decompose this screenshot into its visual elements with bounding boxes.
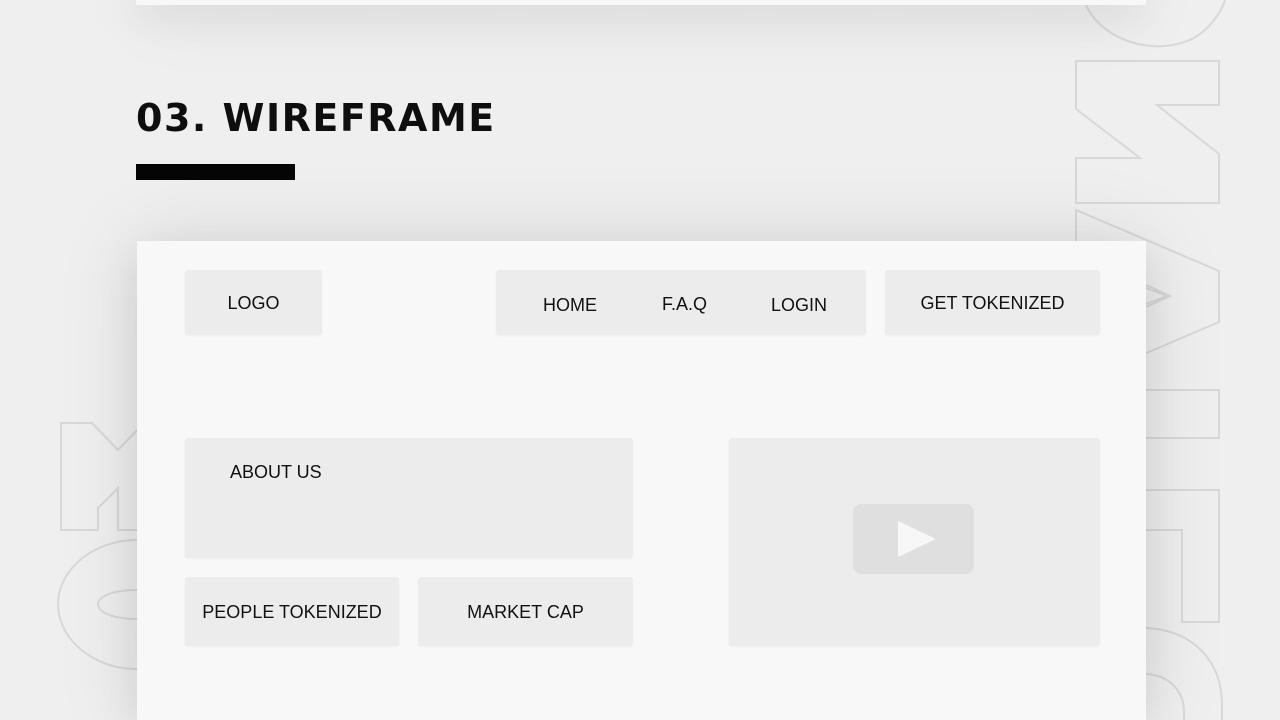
logo-placeholder[interactable]: LOGO [185,270,322,335]
get-tokenized-label: GET TOKENIZED [920,292,1065,313]
play-button[interactable] [853,504,974,574]
section-title: 03. WIREFRAME [136,96,496,140]
people-tokenized-label: PEOPLE TOKENIZED [202,601,382,622]
play-icon [898,521,936,557]
previous-section-card-edge [136,0,1146,5]
background-outline-letter-m [60,420,145,531]
background-outline-letter-o-left [56,539,138,670]
background-outline-letter-i [1146,389,1220,439]
nav-item-login[interactable]: LOGIN [771,296,827,314]
navigation-bar: HOME F.A.Q LOGIN [496,270,866,335]
market-cap-label: MARKET CAP [467,601,584,622]
background-outline-letter-o-top [1083,0,1226,48]
logo-label: LOGO [227,292,280,313]
about-us-label: ABOUT US [230,462,322,482]
wireframe-card: LOGO HOME F.A.Q LOGIN GET TOKENIZED ABOU… [137,241,1146,720]
get-tokenized-button[interactable]: GET TOKENIZED [885,270,1100,335]
people-tokenized-placeholder[interactable]: PEOPLE TOKENIZED [185,577,399,646]
nav-item-faq[interactable]: F.A.Q [662,295,707,313]
background-outline-letter-f [1146,489,1220,623]
background-outline-letter-o-bottom [1145,627,1223,720]
market-cap-placeholder[interactable]: MARKET CAP [418,577,633,646]
title-underline-bar [136,164,295,180]
about-us-placeholder[interactable]: ABOUT US [185,438,633,558]
video-placeholder [729,438,1100,646]
background-outline-letter-n [1075,60,1220,204]
nav-item-home[interactable]: HOME [543,296,597,314]
